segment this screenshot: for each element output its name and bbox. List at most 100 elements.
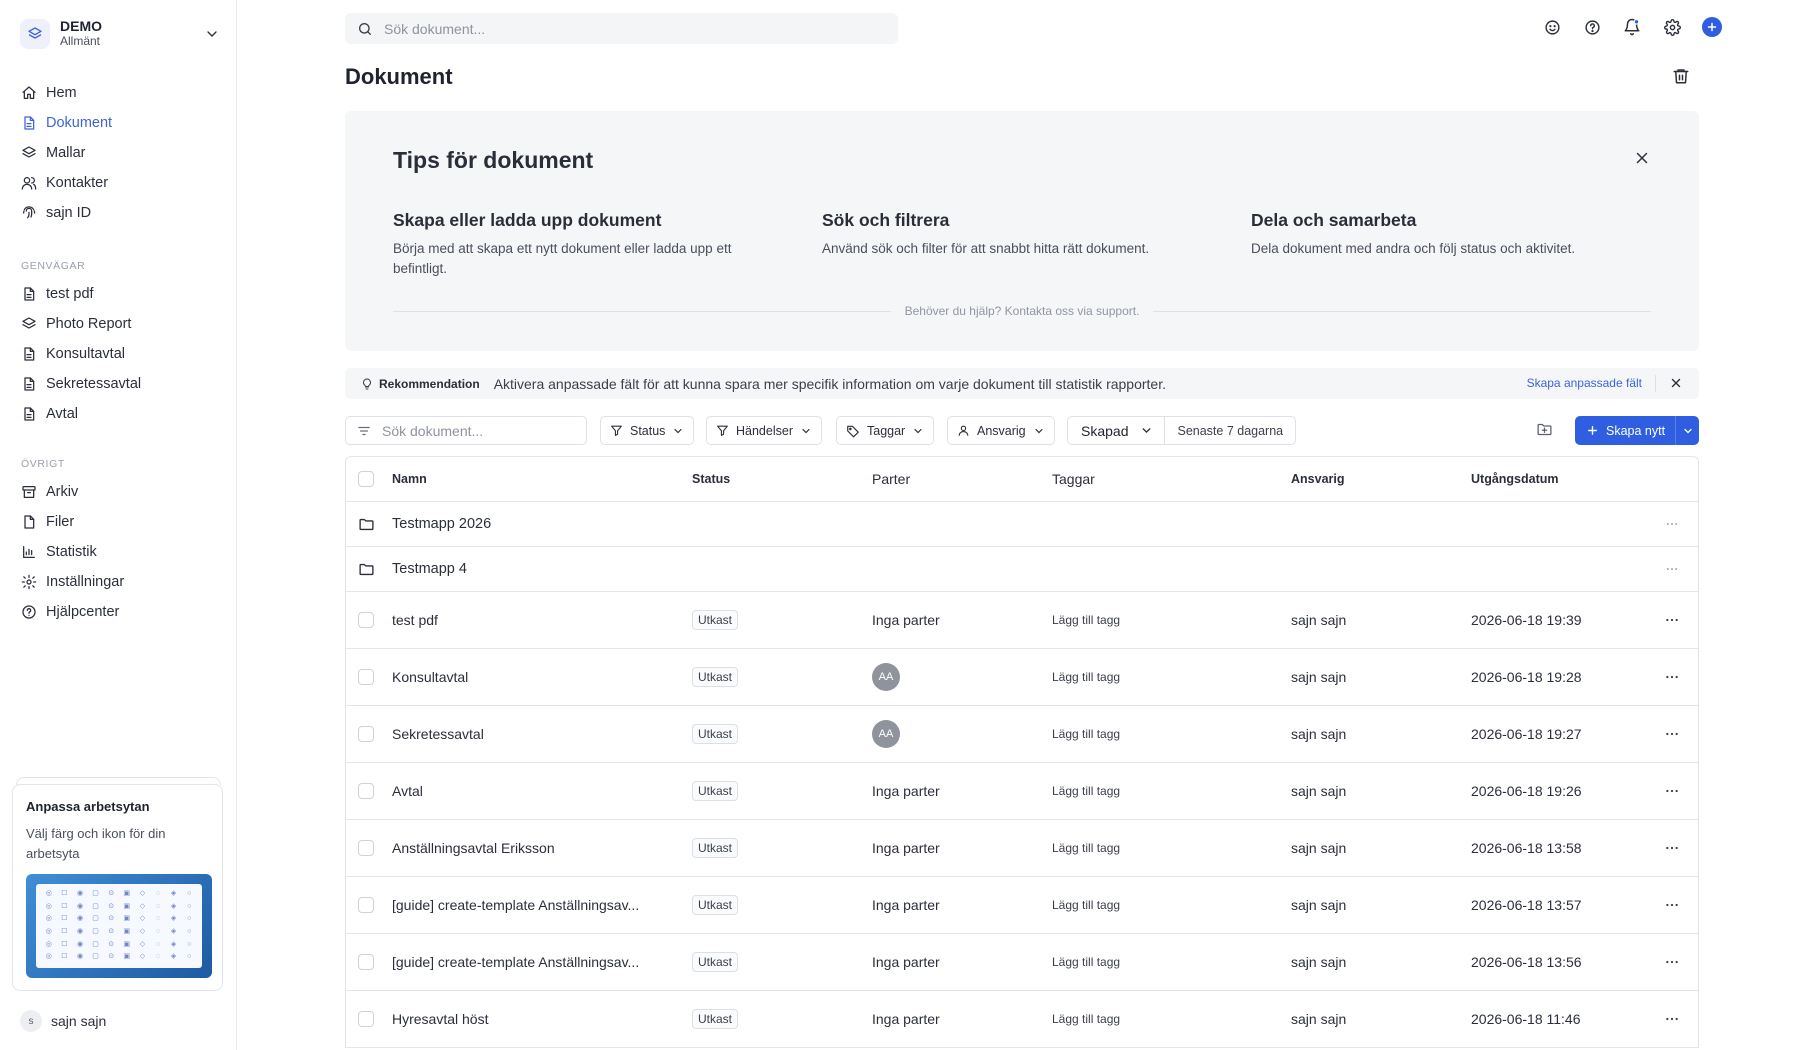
sidebar-item-dokument[interactable]: Dokument [14,108,224,138]
document-filter-input[interactable] [382,422,572,439]
new-folder-icon[interactable] [1536,421,1553,438]
add-tag-button[interactable]: Lägg till tagg [1052,955,1120,969]
create-custom-fields-link[interactable]: Skapa anpassade fält [1527,376,1642,390]
add-tag-button[interactable]: Lägg till tagg [1052,670,1120,684]
workspace-switcher[interactable]: DEMO Allmänt [20,14,220,54]
sidebar-item-filer[interactable]: Filer [14,507,224,537]
col-owner[interactable]: Ansvarig [1291,472,1345,486]
sidebar-item-inställningar[interactable]: Inställningar [14,567,224,597]
row-checkbox[interactable] [358,726,374,742]
global-search[interactable] [345,13,898,44]
document-name[interactable]: Anställningsavtal Eriksson [392,840,555,856]
more-icon[interactable] [1662,667,1682,687]
col-status[interactable]: Status [692,472,730,486]
filter-events-button[interactable]: Händelser [706,416,822,445]
more-icon[interactable] [1662,724,1682,744]
create-new-button[interactable]: Skapa nytt [1575,416,1675,445]
document-name[interactable]: [guide] create-template Anställningsav..… [392,954,639,970]
col-name[interactable]: Namn [392,472,427,486]
document-name[interactable]: test pdf [392,612,438,628]
more-icon[interactable] [1662,838,1682,858]
avatar[interactable]: AA [872,720,900,748]
filter-status-button[interactable]: Status [600,416,695,445]
status-badge: Utkast [692,838,739,858]
document-name[interactable]: Hyresavtal höst [392,1011,488,1027]
document-name[interactable]: Konsultavtal [392,669,468,685]
document-filter-search[interactable] [345,416,587,445]
close-icon[interactable] [1669,376,1683,390]
sidebar-item-mallar[interactable]: Mallar [14,138,224,168]
more-icon[interactable] [1662,781,1682,801]
sidebar-item-sajn-id[interactable]: sajn ID [14,198,224,228]
more-icon[interactable] [1662,895,1682,915]
sidebar-item-arkiv[interactable]: Arkiv [14,477,224,507]
more-icon[interactable] [1662,514,1682,534]
row-checkbox[interactable] [358,1011,374,1027]
nav-other-section: ÖVRIGT [14,453,224,475]
document-name[interactable]: [guide] create-template Anställningsav..… [392,897,639,913]
create-new-dropdown[interactable] [1675,416,1699,445]
add-tag-button[interactable]: Lägg till tagg [1052,841,1120,855]
sidebar-item-kontakter[interactable]: Kontakter [14,168,224,198]
folder-row[interactable]: Testmapp 4 [346,547,1698,592]
row-checkbox[interactable] [358,783,374,799]
table-row[interactable]: test pdf Utkast Inga parter Lägg till tagg s… [346,592,1698,649]
more-icon[interactable] [1662,610,1682,630]
table-row[interactable]: Anställningsavtal Eriksson Utkast Inga par… [346,820,1698,877]
support-link[interactable]: Behöver du hjälp? Kontakta oss via suppo… [891,304,1154,318]
shortcut-item-konsultavtal[interactable]: Konsultavtal [14,339,224,369]
filter-owner-button[interactable]: Ansvarig [947,416,1055,445]
close-icon[interactable] [1633,149,1651,167]
date-range-button[interactable]: Senaste 7 dagarna [1165,417,1295,444]
add-tag-button[interactable]: Lägg till tagg [1052,613,1120,627]
trash-icon[interactable] [1672,67,1690,85]
row-checkbox[interactable] [358,897,374,913]
grid-glyph-icon: ○ [187,915,192,923]
more-icon[interactable] [1662,952,1682,972]
shortcut-item-avtal[interactable]: Avtal [14,399,224,429]
table-row[interactable]: Avtal Utkast Inga parter Lägg till tagg sajn… [346,763,1698,820]
add-tag-button[interactable]: Lägg till tagg [1052,1012,1120,1026]
row-checkbox[interactable] [358,840,374,856]
select-all-checkbox[interactable] [358,471,374,487]
document-name[interactable]: Avtal [392,783,423,799]
col-tags[interactable]: Taggar [1052,471,1095,487]
bell-icon[interactable] [1622,17,1642,37]
document-name[interactable]: Sekretessavtal [392,726,484,742]
table-row[interactable]: [guide] create-template Anställningsav..… [346,877,1698,934]
more-icon[interactable] [1662,1009,1682,1029]
sidebar-item-hem[interactable]: Hem [14,78,224,108]
smiley-icon[interactable] [1542,17,1562,37]
avatar[interactable]: AA [872,663,900,691]
folder-row[interactable]: Testmapp 2026 [346,502,1698,547]
global-search-input[interactable] [384,20,864,37]
add-tag-button[interactable]: Lägg till tagg [1052,784,1120,798]
customize-workspace-card[interactable]: Anpassa arbetsytan Välj färg och ikon fö… [12,784,223,991]
row-checkbox[interactable] [358,669,374,685]
row-checkbox[interactable] [358,612,374,628]
col-parter[interactable]: Parter [872,471,910,487]
help-icon[interactable] [1582,17,1602,37]
filter-tags-button[interactable]: Taggar [836,416,935,445]
shortcut-item-photo-report[interactable]: Photo Report [14,309,224,339]
add-tag-button[interactable]: Lägg till tagg [1052,727,1120,741]
table-row[interactable]: [guide] create-template Anställningsav..… [346,934,1698,991]
row-checkbox[interactable] [358,954,374,970]
parter-cell: Inga parter [872,783,940,799]
add-tag-button[interactable]: Lägg till tagg [1052,898,1120,912]
shortcut-item-test-pdf[interactable]: test pdf [14,279,224,309]
add-new-button[interactable] [1702,17,1722,37]
more-icon[interactable] [1662,559,1682,579]
created-select[interactable]: Skapad [1068,417,1166,444]
nav-item-label: Avtal [46,406,78,422]
col-expiry[interactable]: Utgångsdatum [1471,472,1559,486]
sidebar-item-statistik[interactable]: Statistik [14,537,224,567]
gear-icon[interactable] [1662,17,1682,37]
table-row[interactable]: Konsultavtal Utkast AA Lägg till tagg sajn s… [346,649,1698,706]
document-icon [21,376,37,392]
user-menu[interactable]: s sajn sajn [20,1010,106,1032]
table-row[interactable]: Sekretessavtal Utkast AA Lägg till tagg sajn… [346,706,1698,763]
sidebar-item-hjälpcenter[interactable]: Hjälpcenter [14,597,224,627]
shortcut-item-sekretessavtal[interactable]: Sekretessavtal [14,369,224,399]
table-row[interactable]: Hyresavtal höst Utkast Inga parter Lägg til… [346,991,1698,1048]
